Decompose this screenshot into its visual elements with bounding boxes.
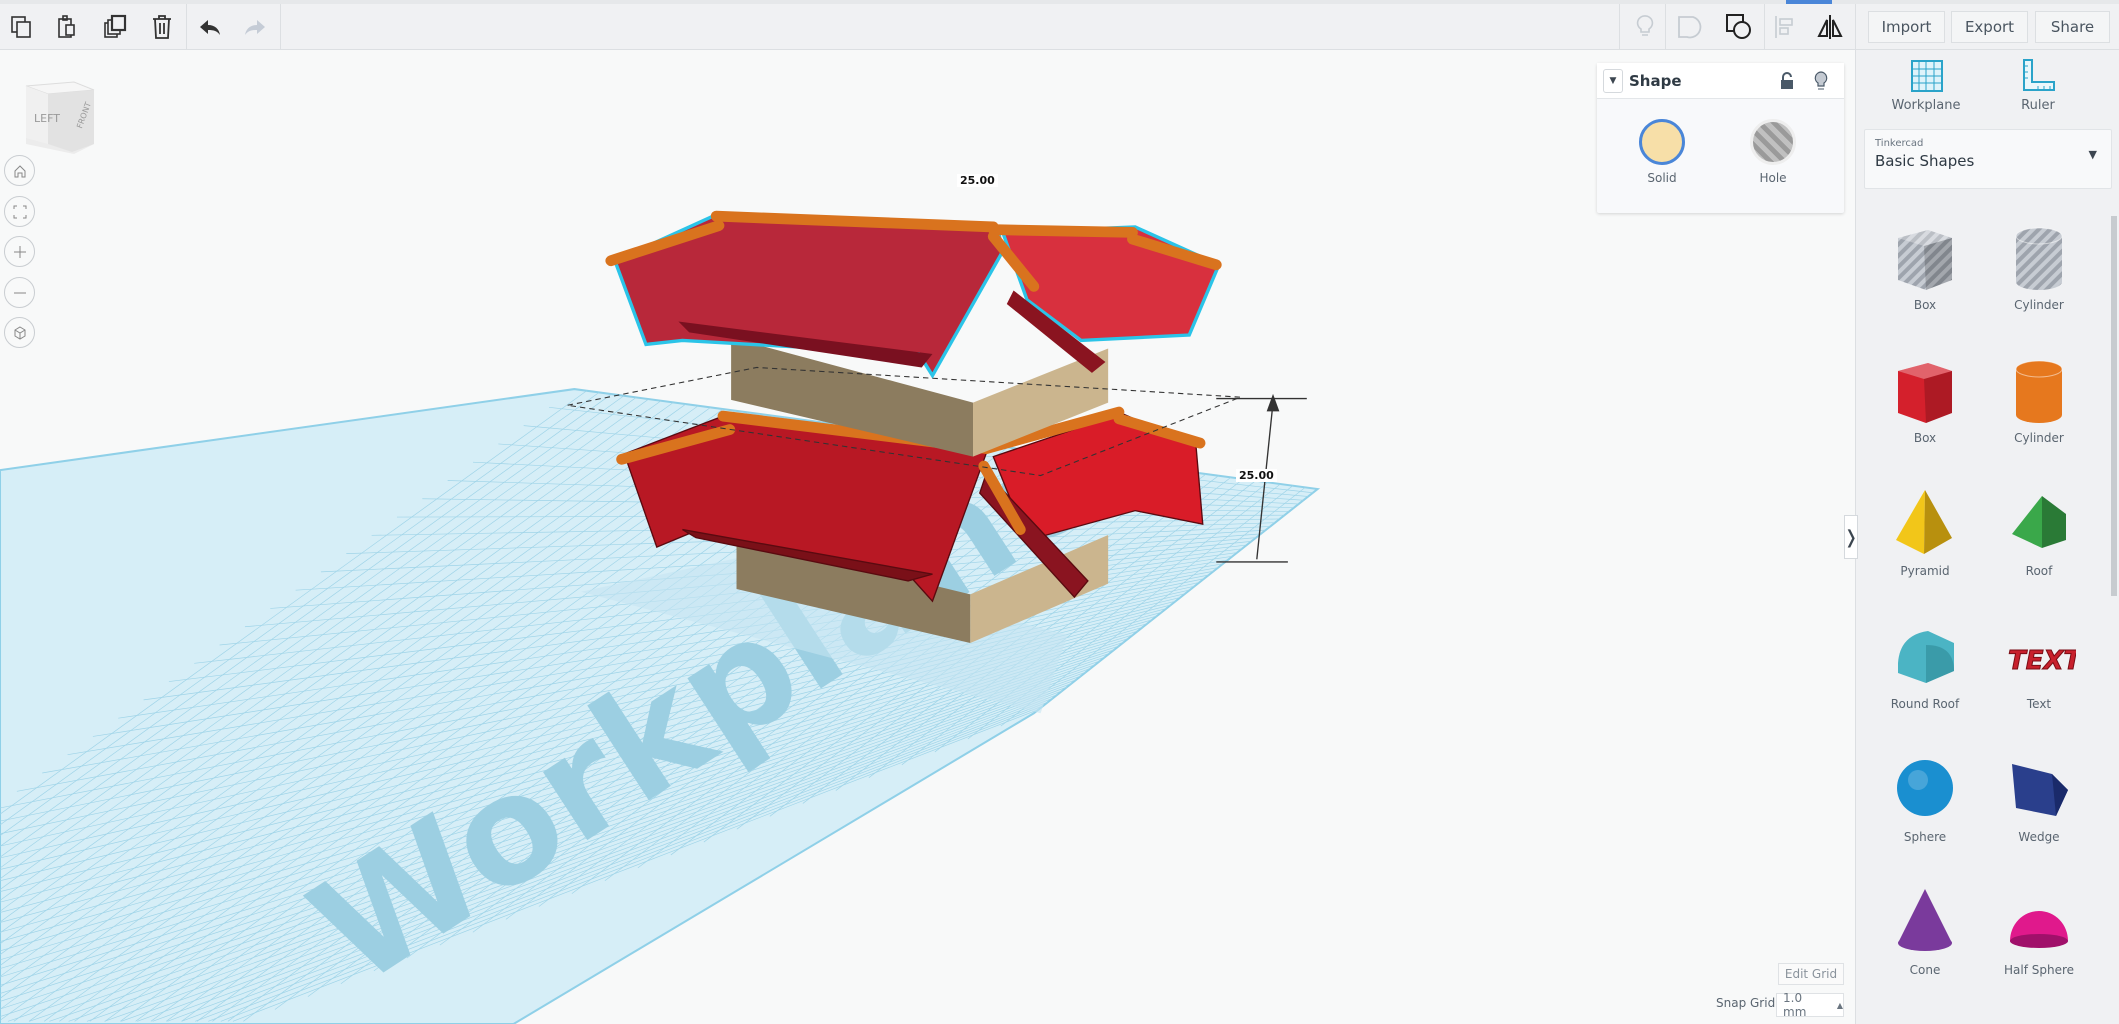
cylinder-icon [2015,360,2063,423]
collapse-sidebar-chevron-icon[interactable]: ❭ [1843,515,1859,559]
scrollbar[interactable] [2111,200,2119,1024]
shape-label: Round Roof [1890,697,1960,711]
delete-icon[interactable] [145,10,179,44]
workplane-tool[interactable]: Workplane [1876,58,1976,113]
workplane-tool-label: Workplane [1891,98,1961,113]
wedge-icon [2012,764,2068,816]
pyramid-icon [1896,490,1952,554]
shape-item-cylinder[interactable]: Cylinder [1984,218,2094,312]
shape-item-text[interactable]: TEXT Text [1984,617,2094,712]
show-all-icon[interactable] [1628,10,1662,44]
shape-item-roof[interactable]: Roof [1984,484,2094,578]
shape-item-sphere[interactable]: Sphere [1870,750,1980,844]
copy-icon[interactable] [5,10,39,44]
zoom-in-icon[interactable] [4,236,35,267]
hole-label: Hole [1759,171,1787,185]
shape-label: Pyramid [1900,564,1950,578]
duplicate-icon[interactable] [98,10,132,44]
collapse-panel-button[interactable]: ▼ [1603,68,1623,93]
workplane-icon [1911,60,1943,92]
chevron-up-icon: ▲ [1836,1000,1843,1010]
shape-label: Box [1913,298,1937,312]
ruler-icon [2023,59,2055,91]
redo-icon[interactable] [238,10,272,44]
library-selected: Basic Shapes [1875,152,1975,170]
shape-item-box[interactable]: Box [1870,218,1980,312]
shape-label: Text [2026,697,2052,711]
solid-label: Solid [1647,171,1677,185]
shape-label: Cone [1909,963,1941,977]
roof-icon [2012,496,2066,548]
solid-option[interactable]: Solid [1627,119,1697,185]
shape-inspector: ▼ Shape Solid Hole [1597,63,1844,213]
mirror-icon[interactable] [1813,10,1847,44]
shape-library-select[interactable]: Tinkercad Basic Shapes ▼ [1864,129,2112,189]
solid-swatch[interactable] [1639,119,1685,165]
width-dimension-label[interactable]: 25.00 [957,174,998,187]
hide-icon[interactable] [1673,10,1707,44]
shape-label: Box [1913,431,1937,445]
shape-label: Roof [2025,564,2053,578]
shape-item-wedge[interactable]: Wedge [1984,750,2094,844]
align-icon[interactable] [1768,10,1802,44]
undo-icon[interactable] [193,10,227,44]
svg-text:TEXT: TEXT [2008,646,2076,676]
unlock-icon[interactable] [1779,72,1795,90]
text-icon: TEXT [2008,646,2077,677]
snap-grid-select[interactable]: 1.0 mm ▲ [1776,991,1844,1019]
shape-label: Cylinder [2014,431,2064,445]
ruler-tool-label: Ruler [2021,98,2055,113]
shape-item-half-sphere[interactable]: Half Sphere [1984,883,2094,977]
edit-grid-button[interactable]: Edit Grid [1778,963,1844,985]
library-source: Tinkercad [1875,138,1924,149]
shape-item-box[interactable]: Box [1870,351,1980,445]
right-panel: Workplane Ruler Tinkercad Basic Shapes ▼… [1855,50,2119,1024]
shape-item-pyramid[interactable]: Pyramid [1870,484,1980,578]
shape-item-round-roof[interactable]: Round Roof [1870,617,1980,711]
fit-view-icon[interactable] [4,196,35,227]
zoom-out-icon[interactable] [4,277,35,308]
paste-icon[interactable] [50,10,84,44]
group-icon[interactable] [1722,10,1756,44]
perspective-icon[interactable] [4,317,35,348]
shape-label: Half Sphere [2003,963,2075,977]
share-button[interactable]: Share [2035,11,2110,43]
viewcube-left-face[interactable]: LEFT [34,112,60,125]
cube-icon [1898,230,1952,290]
sphere-icon [1897,760,1953,816]
shape-item-cylinder[interactable]: Cylinder [1984,351,2094,445]
toolbar: Import Export Share [0,4,2119,50]
cube-icon [1898,363,1952,423]
snap-grid-label: Snap Grid [1716,996,1776,1010]
chevron-down-icon: ▼ [2088,148,2097,161]
visibility-bulb-icon[interactable] [1813,71,1829,91]
view-cube[interactable]: LEFT FRONT [22,78,100,158]
shape-label: Cylinder [2014,298,2064,312]
roundroof-icon [1898,631,1954,683]
export-button[interactable]: Export [1951,11,2028,43]
home-icon[interactable] [4,155,35,186]
shape-label: Wedge [2018,830,2060,844]
shape-grid: Box Cylinder Box Cylinder Pyramid Roof Round R… [1856,200,2112,1024]
shape-panel-title: Shape [1629,71,1682,90]
import-button[interactable]: Import [1868,11,1945,43]
hole-option[interactable]: Hole [1738,119,1808,185]
height-dimension-label[interactable]: 25.00 [1236,469,1277,482]
halfsphere-icon [2010,911,2068,948]
cone-icon [1898,889,1952,951]
ruler-tool[interactable]: Ruler [1988,58,2088,113]
snap-grid-value: 1.0 mm [1783,991,1807,1019]
hole-swatch[interactable] [1750,119,1796,165]
cylinder-icon [2015,227,2063,290]
shape-item-cone[interactable]: Cone [1870,883,1980,977]
shape-label: Sphere [1903,830,1947,844]
